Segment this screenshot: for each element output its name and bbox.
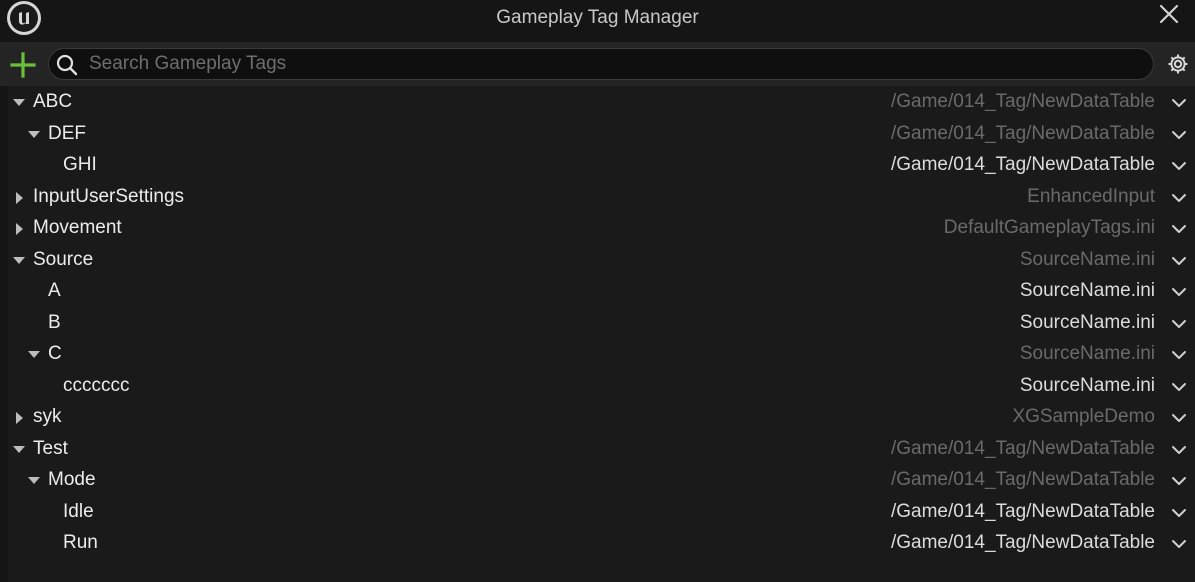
expanded-arrow-icon[interactable] xyxy=(27,128,41,142)
tag-row[interactable]: Movement DefaultGameplayTags.ini xyxy=(8,213,1195,244)
collapsed-arrow-icon[interactable] xyxy=(12,411,26,425)
tag-row[interactable]: A SourceName.ini xyxy=(8,276,1195,307)
plus-icon xyxy=(10,52,36,78)
chevron-down-icon[interactable] xyxy=(1171,411,1187,425)
chevron-down-icon[interactable] xyxy=(1171,191,1187,205)
tag-name: GHI xyxy=(63,154,97,175)
tag-source: SourceName.ini xyxy=(1019,374,1155,396)
close-icon[interactable] xyxy=(1157,2,1181,26)
chevron-down-icon[interactable] xyxy=(1171,474,1187,488)
tag-name: syk xyxy=(33,406,62,427)
tag-name: Mode xyxy=(48,469,96,490)
tag-name: Source xyxy=(33,248,94,270)
add-tag-button[interactable] xyxy=(9,51,37,79)
search-box[interactable] xyxy=(48,48,1154,80)
tag-name: C xyxy=(48,343,62,364)
tag-source: SourceName.ini xyxy=(1019,280,1155,301)
tag-source: EnhancedInput xyxy=(1027,185,1155,207)
tag-name: B xyxy=(48,311,61,333)
search-input[interactable] xyxy=(89,50,1139,78)
chevron-down-icon[interactable] xyxy=(1171,96,1187,110)
tag-row[interactable]: C SourceName.ini xyxy=(8,339,1195,370)
tag-source: /Game/014_Tag/NewDataTable xyxy=(890,91,1155,112)
tag-row[interactable]: Idle/Game/014_Tag/NewDataTable xyxy=(8,497,1195,528)
tag-source: SourceName.ini xyxy=(1019,311,1155,333)
chevron-down-icon[interactable] xyxy=(1171,222,1187,236)
chevron-down-icon[interactable] xyxy=(1171,128,1187,142)
tag-name: A xyxy=(48,280,61,301)
tag-row[interactable]: ccccccc SourceName.ini xyxy=(8,371,1195,402)
tag-row[interactable]: InputUserSettings EnhancedInput xyxy=(8,182,1195,213)
chevron-down-icon[interactable] xyxy=(1171,348,1187,362)
tag-source: /Game/014_Tag/NewDataTable xyxy=(890,437,1155,459)
expanded-arrow-icon[interactable] xyxy=(27,474,41,488)
tag-row[interactable]: B SourceName.ini xyxy=(8,308,1195,339)
collapsed-arrow-icon[interactable] xyxy=(12,191,26,205)
tag-name: DEF xyxy=(48,122,86,144)
tag-source: /Game/014_Tag/NewDataTable xyxy=(890,500,1155,522)
chevron-down-icon[interactable] xyxy=(1171,380,1187,394)
expanded-arrow-icon[interactable] xyxy=(12,443,26,457)
gear-icon xyxy=(1168,54,1188,74)
tag-row[interactable]: DEF/Game/014_Tag/NewDataTable xyxy=(8,119,1195,150)
tag-row[interactable]: Source SourceName.ini xyxy=(8,245,1195,276)
chevron-down-icon[interactable] xyxy=(1171,254,1187,268)
expanded-arrow-icon[interactable] xyxy=(27,348,41,362)
chevron-down-icon[interactable] xyxy=(1171,159,1187,173)
tag-name: Test xyxy=(33,437,68,459)
chevron-down-icon[interactable] xyxy=(1171,506,1187,520)
gameplay-tag-manager-window: Gameplay Tag Manager Search Gameplay Tag… xyxy=(0,0,1195,582)
tag-row[interactable]: GHI/Game/014_Tag/NewDataTable xyxy=(8,150,1195,181)
chevron-down-icon[interactable] xyxy=(1171,537,1187,551)
search-icon xyxy=(56,54,78,76)
title-bar: Gameplay Tag Manager xyxy=(0,0,1195,40)
tag-name: InputUserSettings xyxy=(33,185,185,207)
tag-row[interactable]: Test/Game/014_Tag/NewDataTable xyxy=(8,434,1195,465)
collapsed-arrow-icon[interactable] xyxy=(12,222,26,236)
tag-source: /Game/014_Tag/NewDataTable xyxy=(890,154,1155,175)
tag-name: ABC xyxy=(33,91,73,112)
tag-source: /Game/014_Tag/NewDataTable xyxy=(890,532,1155,553)
tag-row[interactable]: syk XGSampleDemo xyxy=(8,402,1195,433)
expanded-arrow-icon[interactable] xyxy=(12,254,26,268)
tag-name: Idle xyxy=(63,500,94,522)
tag-row[interactable]: Run/Game/014_Tag/NewDataTable xyxy=(8,528,1195,559)
tag-source: /Game/014_Tag/NewDataTable xyxy=(890,122,1155,144)
chevron-down-icon[interactable] xyxy=(1171,285,1187,299)
window-title: Gameplay Tag Manager xyxy=(496,7,699,28)
settings-button[interactable] xyxy=(1166,52,1190,76)
tag-source: DefaultGameplayTags.ini xyxy=(943,217,1155,238)
expanded-arrow-icon[interactable] xyxy=(12,96,26,110)
tag-name: Movement xyxy=(33,217,122,238)
tag-name: Run xyxy=(63,532,98,553)
toolbar xyxy=(0,42,1195,86)
tag-source: XGSampleDemo xyxy=(1012,406,1155,427)
gameplay-tag-tree: ABC/Game/014_Tag/NewDataTable DEF/Game/01… xyxy=(8,86,1195,582)
tag-row[interactable]: Mode/Game/014_Tag/NewDataTable xyxy=(8,465,1195,496)
tag-name: ccccccc xyxy=(63,374,130,396)
tag-row[interactable]: ABC/Game/014_Tag/NewDataTable xyxy=(8,87,1195,118)
chevron-down-icon[interactable] xyxy=(1171,443,1187,457)
chevron-down-icon[interactable] xyxy=(1171,317,1187,331)
tag-source: SourceName.ini xyxy=(1019,343,1155,364)
tag-source: /Game/014_Tag/NewDataTable xyxy=(890,469,1155,490)
tag-source: SourceName.ini xyxy=(1019,248,1155,270)
